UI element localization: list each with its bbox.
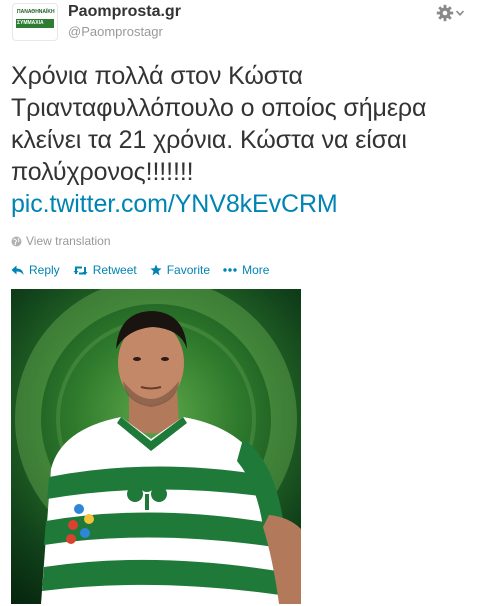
gear-icon — [436, 4, 454, 22]
tweet-body: Χρόνια πολλά στον Κώστα Τριανταφυλλόπουλ… — [11, 60, 476, 220]
player-photo — [15, 289, 301, 604]
tweet-actions: Reply Retweet Favorite More — [11, 263, 269, 277]
account-username[interactable]: @Paomprostagr — [68, 24, 163, 39]
view-translation-link[interactable]: View translation — [11, 234, 111, 248]
retweet-button[interactable]: Retweet — [73, 263, 137, 277]
more-icon — [223, 268, 237, 272]
tweet-media-link[interactable]: pic.twitter.com/YNV8kEvCRM — [11, 188, 476, 220]
account-full-name[interactable]: Paomprosta.gr — [68, 3, 181, 21]
star-icon — [150, 264, 162, 276]
avatar[interactable]: ΠΑΝΑΘΗΝΑΪΚΗ ΣΥΜΜΑΧΙΑ — [12, 3, 58, 41]
globe-icon — [11, 236, 22, 246]
favorite-button[interactable]: Favorite — [150, 263, 210, 277]
avatar-logo-text-bottom: ΣΥΜΜΑΧΙΑ — [17, 20, 44, 26]
tweet-text: Χρόνια πολλά στον Κώστα Τριανταφυλλόπουλ… — [11, 62, 427, 186]
tweet-photo[interactable] — [11, 289, 301, 604]
more-button[interactable]: More — [223, 263, 269, 277]
player-eye-right — [161, 357, 169, 361]
chevron-down-icon — [456, 10, 464, 16]
retweet-icon — [73, 266, 88, 275]
jersey-stripes — [42, 466, 280, 595]
retweet-label: Retweet — [92, 263, 137, 277]
view-translation-label: View translation — [26, 234, 111, 248]
reply-button[interactable]: Reply — [11, 263, 60, 277]
tweet-header: ΠΑΝΑΘΗΝΑΪΚΗ ΣΥΜΜΑΧΙΑ Paomprosta.gr @Paom… — [10, 0, 471, 48]
avatar-logo-text-top: ΠΑΝΑΘΗΝΑΪΚΗ — [17, 9, 55, 15]
reply-icon — [11, 265, 24, 275]
favorite-label: Favorite — [166, 263, 211, 277]
reply-label: Reply — [29, 263, 60, 277]
more-label: More — [242, 263, 270, 277]
player-eye-left — [133, 357, 141, 361]
tweet-options-button[interactable] — [436, 3, 466, 23]
